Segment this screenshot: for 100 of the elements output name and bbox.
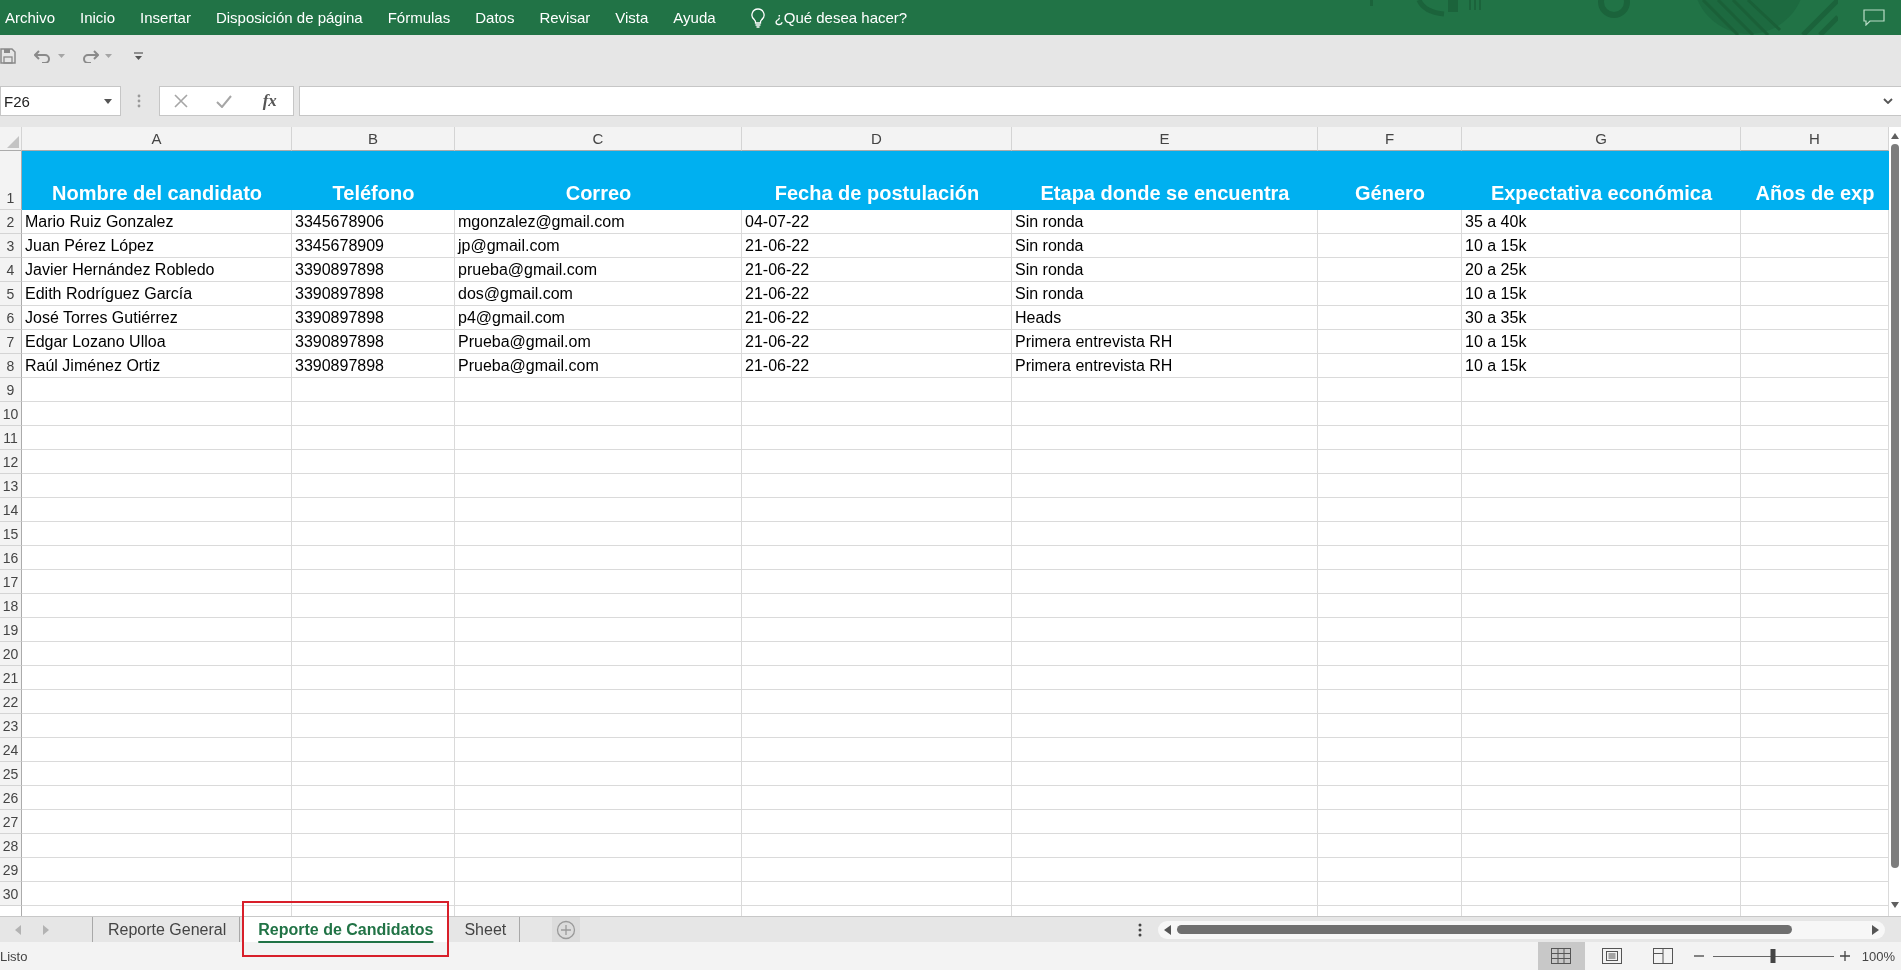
ribbon-tab[interactable]: Inicio [80,9,116,26]
table-cell-text: prueba@gmail.com [457,260,598,280]
table-cell-text: jp@gmail.com [456,236,561,256]
ribbon-tab[interactable]: Vista [615,9,649,26]
row-number[interactable]: 3 [0,234,22,258]
row-number[interactable]: 5 [0,282,22,306]
table-cell-text: mgonzalez@gmail.com [457,212,626,232]
row-number[interactable]: 19 [0,618,22,642]
row-number[interactable]: 10 [0,402,22,426]
more-options-icon[interactable] [1138,922,1142,937]
column-header[interactable]: A [22,127,292,151]
tell-me-search[interactable]: ¿Qué desea hacer? [750,7,908,28]
comment-icon[interactable] [1863,9,1885,26]
column-header[interactable]: C [455,127,742,151]
grip-icon [137,94,141,108]
table-cell-text: p4@gmail.com [457,308,566,328]
table-cell-text: Edgar Lozano Ulloa [24,332,167,352]
redo-icon[interactable] [81,48,99,63]
zoom-in-icon[interactable] [1839,951,1850,961]
table-cell-text: 21-06-22 [744,356,811,376]
row-number[interactable]: 29 [0,858,22,882]
formula-input[interactable] [299,86,1901,116]
scroll-right-icon[interactable] [1872,924,1879,935]
table-cell-text: Juan Pérez López [24,236,155,256]
select-all-button[interactable] [0,127,22,151]
row-number[interactable]: 1 [0,151,22,210]
row-number[interactable]: 12 [0,450,22,474]
row-number[interactable]: 22 [0,690,22,714]
row-number[interactable]: 9 [0,378,22,402]
table-cell-text: 21-06-22 [744,332,811,352]
row-number[interactable]: 18 [0,594,22,618]
table-cell-text: 35 a 40k [1464,212,1528,232]
row-number[interactable]: 15 [0,522,22,546]
ribbon-tab[interactable]: Disposición de página [215,9,363,26]
chevron-down-icon[interactable] [1883,98,1893,104]
vertical-scrollbar[interactable] [1889,127,1901,916]
row-number[interactable]: 8 [0,354,22,378]
column-header[interactable]: D [742,127,1012,151]
scrollbar-thumb[interactable] [1891,144,1899,868]
row-number[interactable]: 27 [0,810,22,834]
row-number[interactable]: 4 [0,258,22,282]
split-page-icon [1653,948,1674,964]
table-cell-text: 21-06-22 [744,236,811,256]
row-number[interactable]: 11 [0,426,22,450]
scroll-left-icon[interactable] [1164,924,1171,935]
scroll-up-icon[interactable] [1891,133,1899,139]
table-cell-text: Heads [1014,308,1063,328]
table-cell-text: dos@gmail.com [457,284,574,304]
column-header[interactable]: G [1462,127,1741,151]
row-number[interactable]: 16 [0,546,22,570]
zoom-level[interactable]: 100% [1861,948,1895,964]
customize-icon[interactable] [134,51,143,60]
ribbon-tab[interactable]: Revisar [539,9,591,26]
column-header[interactable]: H [1741,127,1889,151]
row-number[interactable]: 25 [0,762,22,786]
caret-icon[interactable] [104,98,112,104]
insert-function-button[interactable]: fx [260,91,279,111]
ribbon-tab[interactable]: Ayuda [673,9,716,26]
horizontal-scrollbar[interactable] [1158,920,1885,939]
scroll-down-icon[interactable] [1891,902,1899,908]
view-button[interactable] [1537,942,1585,970]
scrollbar-thumb[interactable] [1177,925,1792,934]
ribbon-tab[interactable]: Insertar [140,9,191,26]
triangle-icon [7,136,19,148]
row-number[interactable]: 30 [0,882,22,906]
cancel-icon[interactable] [174,94,189,108]
table-cell-text: 21-06-22 [744,308,811,328]
table-cell-text: 21-06-22 [744,284,811,304]
column-header[interactable]: E [1012,127,1318,151]
row-number[interactable]: 2 [0,210,22,234]
row-number[interactable]: 21 [0,666,22,690]
sheet-tab[interactable]: Reporte de Candidatos [244,917,448,942]
table-cell-text: Edith Rodríguez García [24,284,194,304]
column-header[interactable]: B [292,127,455,151]
ribbon-tab[interactable]: Archivo [5,9,56,26]
table-cell-text: Mario Ruiz Gonzalez [24,212,175,232]
header-cell: Expectativa económica [1462,151,1741,210]
table-cell-text: 3390897898 [294,308,385,328]
column-header[interactable]: F [1318,127,1462,151]
slider-thumb[interactable] [1770,949,1776,963]
row-number[interactable]: 24 [0,738,22,762]
ribbon-tab[interactable]: Fórmulas [387,9,451,26]
row-number[interactable]: 28 [0,834,22,858]
row-number[interactable]: 20 [0,642,22,666]
save-icon[interactable] [0,47,16,64]
status-text: Listo [0,948,28,964]
row-number[interactable]: 26 [0,786,22,810]
ribbon-tab[interactable]: Datos [475,9,515,26]
name-box[interactable]: F26 [0,86,121,116]
plus-circle-icon [556,919,577,940]
row-number[interactable]: 14 [0,498,22,522]
row-number[interactable]: 13 [0,474,22,498]
row-number[interactable]: 23 [0,714,22,738]
undo-icon[interactable] [34,48,52,63]
new-sheet-button[interactable] [552,917,581,942]
row-number[interactable]: 7 [0,330,22,354]
row-number[interactable]: 6 [0,306,22,330]
check-icon[interactable] [216,94,233,108]
row-number[interactable]: 17 [0,570,22,594]
table-cell-text: Sin ronda [1014,212,1085,232]
